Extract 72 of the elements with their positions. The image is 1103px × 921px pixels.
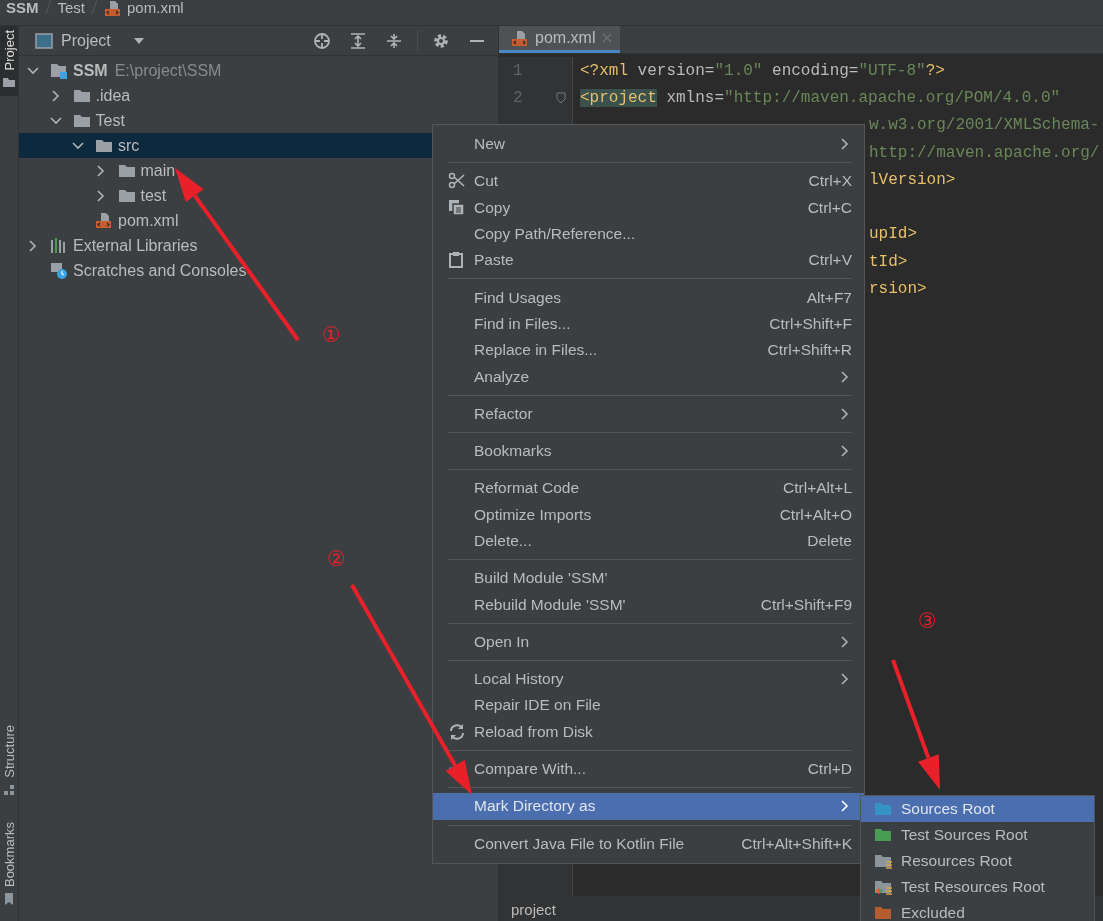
menu-item[interactable]: Test Sources Root bbox=[861, 822, 1094, 848]
menu-item[interactable]: Find Usages Alt+F7 bbox=[433, 284, 864, 311]
breadcrumb-item[interactable]: project bbox=[511, 900, 557, 918]
fold-icon bbox=[555, 91, 566, 104]
module-icon bbox=[50, 61, 68, 80]
menu-item[interactable]: Find in Files... Ctrl+Shift+F bbox=[433, 310, 864, 338]
expand-all-icon bbox=[349, 31, 367, 50]
folder-icon bbox=[3, 76, 15, 89]
clipboard-icon bbox=[448, 251, 466, 270]
step-number: ① bbox=[322, 323, 341, 347]
side-tab[interactable]: Bookmarks bbox=[0, 817, 18, 913]
menu-item[interactable]: Reload from Disk bbox=[433, 718, 864, 745]
settings-icon bbox=[432, 31, 450, 50]
reload-icon bbox=[448, 722, 466, 741]
menu-item[interactable]: Copy Path/Reference... bbox=[433, 220, 864, 248]
xml-file-icon bbox=[95, 211, 113, 230]
menu-item[interactable]: Build Module 'SSM' bbox=[433, 565, 864, 592]
menu-item[interactable]: Replace in Files... Ctrl+Shift+R bbox=[433, 337, 864, 364]
path-text: E:\project\SSM bbox=[114, 61, 222, 80]
menu-item[interactable]: Bookmarks bbox=[433, 437, 864, 465]
menu-item[interactable]: Copy Ctrl+C bbox=[433, 194, 864, 221]
collapse-all-icon bbox=[385, 31, 403, 50]
scissors-icon bbox=[448, 172, 466, 191]
menu-item[interactable]: Open In bbox=[433, 628, 864, 656]
breadcrumb-item[interactable]: Test bbox=[57, 0, 86, 16]
code-line: lVersion> bbox=[869, 170, 956, 189]
menu-item[interactable]: Convert Java File to Kotlin File Ctrl+Alt+Shift+K bbox=[433, 830, 864, 857]
menu-item[interactable]: Optimize Imports Ctrl+Alt+O bbox=[433, 501, 864, 528]
menu-item[interactable]: Mark Directory as bbox=[433, 793, 864, 820]
code-line: <project xmlns="http://maven.apache.org/POM/4.0.0" bbox=[580, 88, 1061, 107]
menu-item[interactable]: Resources Root bbox=[861, 848, 1094, 874]
side-tab[interactable]: Project bbox=[0, 26, 18, 97]
side-tab[interactable]: Structure bbox=[0, 721, 18, 804]
code-line: tId> bbox=[869, 252, 908, 271]
menu-item[interactable]: Test Resources Root bbox=[861, 874, 1094, 900]
breadcrumb-item[interactable]: pom.xml bbox=[127, 0, 184, 16]
window-icon bbox=[35, 32, 53, 49]
code-line: w.w3.org/2001/XMLSchema- bbox=[869, 116, 1100, 135]
menu-item[interactable]: Local History bbox=[433, 666, 864, 693]
editor-tab[interactable]: pom.xml bbox=[499, 26, 621, 53]
code-line: http://maven.apache.org/ bbox=[869, 143, 1100, 162]
menu-item[interactable]: Rebuild Module 'SSM' Ctrl+Shift+F9 bbox=[433, 591, 864, 618]
breadcrumb-item[interactable]: SSM bbox=[6, 0, 39, 16]
tree-item[interactable]: SSM E:\project\SSM bbox=[19, 58, 498, 83]
copy-icon bbox=[448, 198, 466, 217]
menu-item[interactable]: Refactor bbox=[433, 400, 864, 427]
menu-item[interactable]: Reformat Code Ctrl+Alt+L bbox=[433, 475, 864, 502]
library-icon bbox=[50, 236, 68, 255]
xml-file-icon bbox=[104, 0, 122, 17]
menu-item[interactable]: Excluded bbox=[861, 900, 1094, 921]
tree-item[interactable]: Test bbox=[19, 108, 498, 133]
caret-icon bbox=[132, 36, 145, 45]
code-line: upId> bbox=[869, 225, 917, 244]
menu-item[interactable]: Cut Ctrl+X bbox=[433, 168, 864, 195]
structure-icon bbox=[3, 783, 15, 796]
tree-item[interactable]: .idea bbox=[19, 83, 498, 108]
menu-item[interactable]: Repair IDE on File bbox=[433, 692, 864, 719]
step-number: ③ bbox=[918, 609, 937, 633]
close-icon bbox=[602, 33, 613, 43]
code-line: <?xml version="1.0" encoding="UTF-8"?> bbox=[580, 61, 945, 80]
step-number: ② bbox=[327, 547, 346, 571]
locate-icon bbox=[313, 31, 331, 50]
menu-item[interactable]: Paste Ctrl+V bbox=[433, 247, 864, 274]
code-line: rsion> bbox=[869, 280, 927, 298]
view-selector[interactable]: Project bbox=[35, 31, 145, 50]
scratch-icon bbox=[50, 261, 68, 280]
xml-file-icon bbox=[511, 29, 528, 47]
menu-item[interactable]: Sources Root bbox=[861, 796, 1094, 822]
menu-item[interactable]: Delete... Delete bbox=[433, 527, 864, 555]
menu-item[interactable]: Analyze bbox=[433, 363, 864, 390]
bookmark-icon bbox=[3, 893, 15, 905]
minimize-icon bbox=[468, 39, 486, 42]
